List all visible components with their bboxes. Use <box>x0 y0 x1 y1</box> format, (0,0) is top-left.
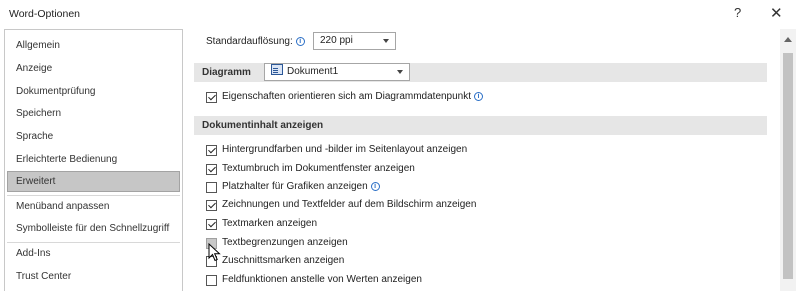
chevron-down-icon <box>383 39 389 43</box>
options-sidebar: Allgemein Anzeige Dokumentprüfung Speich… <box>4 29 183 291</box>
word-document-icon <box>271 64 283 75</box>
scroll-thumb[interactable] <box>783 53 793 279</box>
content-scrollbar[interactable] <box>780 29 796 291</box>
sidebar-item-trust-center[interactable]: Trust Center <box>7 266 180 287</box>
info-icon: i <box>295 37 305 46</box>
info-icon: i <box>370 182 380 191</box>
sidebar-item-erweitert[interactable]: Erweitert <box>7 171 180 192</box>
help-button[interactable]: ? <box>734 5 741 20</box>
checkbox[interactable] <box>206 219 217 230</box>
checkbox[interactable] <box>206 145 217 156</box>
sidebar-item-add-ins[interactable]: Add-Ins <box>7 243 180 264</box>
section-header-dokumentinhalt: Dokumentinhalt anzeigen <box>194 116 767 135</box>
info-icon: i <box>474 92 484 101</box>
sidebar-item-allgemein[interactable]: Allgemein <box>7 35 180 56</box>
sidebar-item-sprache[interactable]: Sprache <box>7 126 180 147</box>
checkbox[interactable] <box>206 92 217 103</box>
checkbox[interactable] <box>206 182 217 193</box>
window-title: Word-Optionen <box>9 8 81 20</box>
close-button[interactable]: ✕ <box>770 4 783 22</box>
sidebar-item-menueband-anpassen[interactable]: Menüband anpassen <box>7 196 180 217</box>
sidebar-item-speichern[interactable]: Speichern <box>7 103 180 124</box>
chevron-down-icon <box>397 70 403 74</box>
sidebar-item-anzeige[interactable]: Anzeige <box>7 58 180 79</box>
resolution-select[interactable]: 220 ppi <box>313 32 396 50</box>
resolution-label: Standardauflösung: <box>206 36 293 47</box>
mouse-cursor-icon <box>208 243 221 262</box>
checkbox[interactable] <box>206 275 217 286</box>
resolution-row: Standardauflösung: i <box>206 34 305 50</box>
document-select[interactable]: Dokument1 <box>264 63 410 81</box>
sidebar-item-schnellzugriff[interactable]: Symbolleiste für den Schnellzugriff <box>7 218 180 239</box>
checkbox[interactable] <box>206 164 217 175</box>
sidebar-item-erleichterte-bedienung[interactable]: Erleichterte Bedienung <box>7 149 180 170</box>
checkbox[interactable] <box>206 200 217 211</box>
options-content: Standardauflösung: i 220 ppi Diagramm Dok… <box>186 29 778 291</box>
sidebar-item-dokumentpruefung[interactable]: Dokumentprüfung <box>7 81 180 102</box>
title-bar: Word-Optionen ? ✕ <box>0 0 800 28</box>
scroll-up-icon[interactable] <box>784 37 792 42</box>
